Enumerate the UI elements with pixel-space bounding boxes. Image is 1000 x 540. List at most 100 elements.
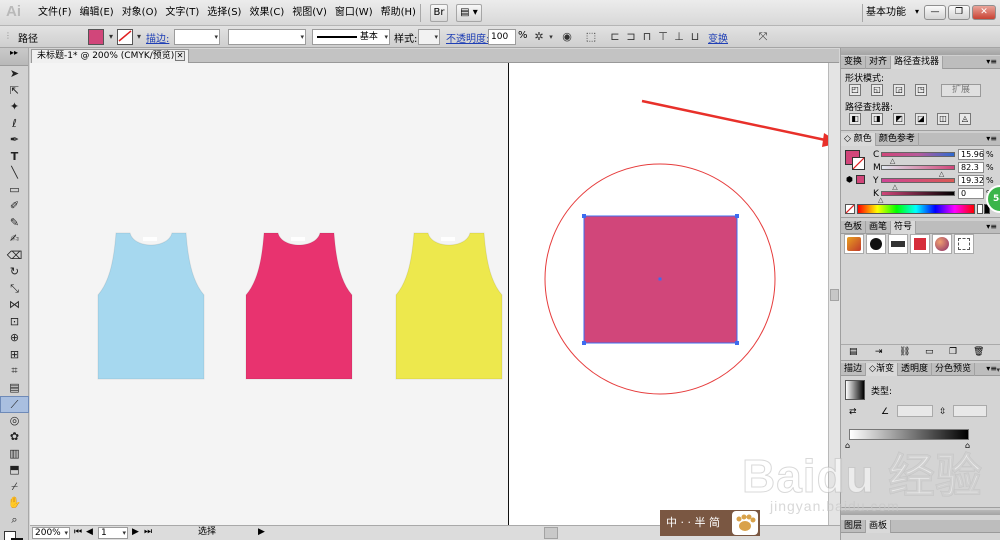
scale-tool-icon[interactable]: ⤡: [0, 281, 29, 298]
intersect-icon[interactable]: ◲: [893, 84, 905, 96]
document-tab[interactable]: 未标题-1* @ 200% (CMYK/预览) ✕: [31, 49, 189, 63]
panel-menu-icon[interactable]: ▾≡: [986, 57, 997, 66]
menu-type[interactable]: 文字(T): [161, 0, 203, 26]
symbol-sprayer-tool-icon[interactable]: ✿: [0, 429, 29, 446]
menu-select[interactable]: 选择(S): [203, 0, 245, 26]
zoom-tool-icon[interactable]: ⌕: [0, 512, 29, 529]
merge-icon[interactable]: ◩: [893, 113, 905, 125]
expand-button[interactable]: 扩展: [941, 84, 981, 97]
input-method-bar[interactable]: 中 · · 半 简: [660, 510, 760, 536]
chevron-down-icon[interactable]: ▾: [104, 29, 118, 45]
pen-tool-icon[interactable]: ✒: [0, 132, 29, 149]
gradient-slider[interactable]: [849, 429, 969, 440]
chevron-down-icon[interactable]: ▾: [132, 29, 146, 45]
menu-view[interactable]: 视图(V): [288, 0, 331, 26]
panel-menu-icon[interactable]: ▾≡: [986, 134, 997, 143]
crop-icon[interactable]: ◪: [915, 113, 927, 125]
canvas[interactable]: [30, 63, 828, 525]
paw-icon[interactable]: [732, 511, 758, 535]
artboard-tool-icon[interactable]: ⬒: [0, 462, 29, 479]
break-link-icon[interactable]: ⛓: [899, 347, 910, 357]
align-center-icon[interactable]: ⊐: [624, 29, 638, 45]
restore-button[interactable]: ❐: [948, 5, 970, 20]
zoom-select[interactable]: 200% ▾: [32, 527, 70, 539]
anchor-point[interactable]: [735, 341, 739, 345]
tab-artboards[interactable]: 画板: [866, 520, 892, 533]
horizontal-scroll-thumb[interactable]: [544, 527, 558, 539]
document-setup-icon[interactable]: ◉: [560, 29, 574, 45]
workspace-switcher[interactable]: 基本功能: [866, 4, 918, 22]
perspective-grid-tool-icon[interactable]: ⊞: [0, 347, 29, 364]
symbol-orb[interactable]: [932, 234, 952, 254]
status-menu-icon[interactable]: ▶: [258, 527, 265, 539]
gradient-preview[interactable]: [845, 380, 865, 400]
fill-stroke-widget[interactable]: [0, 528, 28, 540]
color-stroke-swatch[interactable]: [852, 157, 865, 170]
panel-dock-header[interactable]: [841, 48, 1000, 55]
tab-color[interactable]: ◇ 颜色: [841, 133, 876, 146]
last-color-swatch[interactable]: [856, 175, 865, 184]
gradient-angle-input[interactable]: [897, 405, 933, 417]
stroke-weight-select[interactable]: ▾: [174, 29, 220, 45]
anchor-point[interactable]: [582, 341, 586, 345]
outline-icon[interactable]: ◫: [937, 113, 949, 125]
tab-brushes[interactable]: 画笔: [866, 221, 892, 234]
rotate-tool-icon[interactable]: ↻: [0, 264, 29, 281]
close-tab-icon[interactable]: ✕: [175, 51, 185, 61]
divide-icon[interactable]: ◧: [849, 113, 861, 125]
symbol-shield[interactable]: [844, 234, 864, 254]
place-symbol-icon[interactable]: ⇥: [875, 347, 883, 357]
menu-edit[interactable]: 编辑(E): [76, 0, 118, 26]
opacity-input[interactable]: 100: [488, 29, 516, 45]
next-artboard-icon[interactable]: ▶: [132, 527, 139, 539]
align-right-icon[interactable]: ⊓: [640, 29, 654, 45]
gradient-tool-icon[interactable]: ▤: [0, 380, 29, 397]
eyedropper-tool-icon[interactable]: ⟋: [0, 396, 29, 413]
slider-thumb-icon[interactable]: △: [890, 157, 895, 165]
graph-tool-icon[interactable]: ▥: [0, 446, 29, 463]
isolate-icon[interactable]: ⤧: [756, 29, 770, 45]
artboard-number-select[interactable]: 1 ▾: [98, 527, 128, 539]
variable-width-select[interactable]: ▾: [228, 29, 306, 45]
first-artboard-icon[interactable]: ⏮: [74, 527, 82, 539]
blob-brush-tool-icon[interactable]: ✍: [0, 231, 29, 248]
shape-builder-tool-icon[interactable]: ⊕: [0, 330, 29, 347]
tab-gradient[interactable]: ◇渐变: [866, 363, 898, 376]
panel-menu-icon[interactable]: ▾≡: [986, 364, 997, 373]
line-tool-icon[interactable]: ╲: [0, 165, 29, 182]
tab-color-guide[interactable]: 颜色参考: [876, 133, 919, 146]
menu-object[interactable]: 对象(O): [118, 0, 162, 26]
anchor-point[interactable]: [582, 214, 586, 218]
reverse-gradient-icon[interactable]: ⇄: [849, 407, 857, 417]
stroke-label-link[interactable]: 描边:: [146, 30, 169, 46]
magic-wand-tool-icon[interactable]: ✦: [0, 99, 29, 116]
gradient-aspect-input[interactable]: [953, 405, 987, 417]
free-transform-tool-icon[interactable]: ⊡: [0, 314, 29, 331]
align-left-icon[interactable]: ⊏: [608, 29, 622, 45]
white-swatch[interactable]: [977, 204, 983, 214]
last-artboard-icon[interactable]: ⏭: [144, 527, 152, 539]
none-color-button[interactable]: [845, 204, 855, 214]
slider-thumb-icon[interactable]: △: [939, 170, 944, 178]
transform-label-link[interactable]: 变换: [708, 30, 728, 46]
align-top-icon[interactable]: ⊤: [656, 29, 670, 45]
graphic-style-select[interactable]: ▾: [418, 29, 440, 45]
slider-thumb-icon[interactable]: △: [892, 183, 897, 191]
exclude-icon[interactable]: ◳: [915, 84, 927, 96]
pencil-tool-icon[interactable]: ✎: [0, 215, 29, 232]
symbol-grunge[interactable]: [888, 234, 908, 254]
channel-k-slider[interactable]: [881, 191, 955, 196]
out-of-gamut-icon[interactable]: ⬢: [846, 175, 853, 184]
panel-menu-icon[interactable]: ▾≡: [986, 222, 997, 231]
anchor-point[interactable]: [735, 214, 739, 218]
tab-symbols[interactable]: 符号: [891, 221, 917, 234]
bridge-button[interactable]: Br: [430, 4, 448, 22]
lasso-tool-icon[interactable]: ℓ: [0, 116, 29, 133]
symbol-frame[interactable]: [954, 234, 974, 254]
previous-artboard-icon[interactable]: ◀: [86, 527, 93, 539]
symbol-ribbon[interactable]: [910, 234, 930, 254]
close-button[interactable]: ✕: [972, 5, 996, 20]
slice-tool-icon[interactable]: ⌿: [0, 479, 29, 496]
symbol-splat[interactable]: [866, 234, 886, 254]
tools-panel-header[interactable]: ▸▸: [0, 48, 28, 66]
